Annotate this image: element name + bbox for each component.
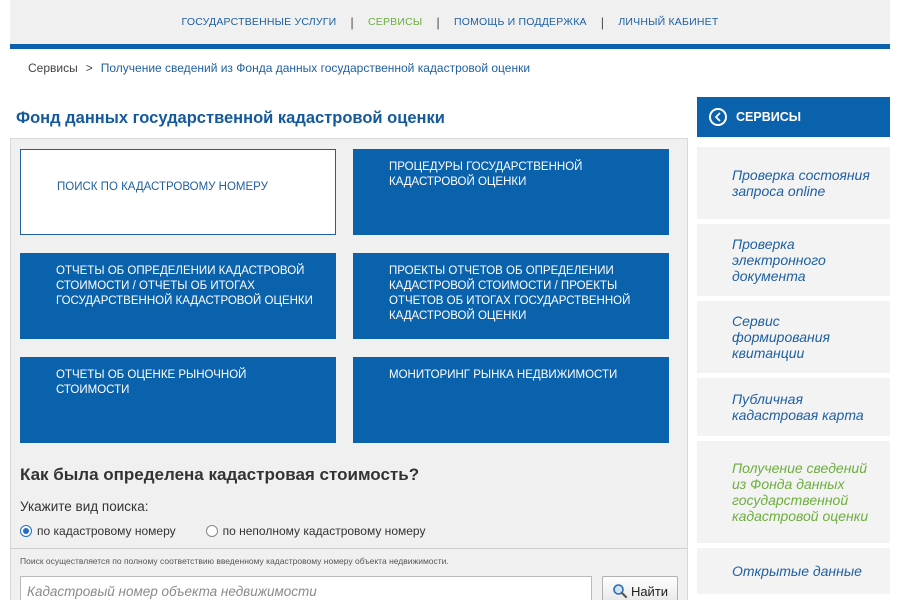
cadastral-number-input[interactable] — [20, 576, 592, 600]
search-button[interactable]: Найти — [602, 576, 678, 600]
radio-label: по кадастровому номеру — [37, 524, 176, 538]
breadcrumb-separator: > — [85, 61, 93, 75]
main-panel: ПОИСК ПО КАДАСТРОВОМУ НОМЕРУ ПРОЦЕДУРЫ Г… — [10, 138, 688, 600]
tile-valuation-procedures[interactable]: ПРОЦЕДУРЫ ГОСУДАРСТВЕННОЙ КАДАСТРОВОЙ ОЦ… — [353, 149, 669, 235]
tile-market-value-reports[interactable]: ОТЧЕТЫ ОБ ОЦЕНКЕ РЫНОЧНОЙ СТОИМОСТИ — [20, 357, 336, 443]
tile-cadastral-number-search[interactable]: ПОИСК ПО КАДАСТРОВОМУ НОМЕРУ — [20, 149, 336, 235]
search-type-radio-group: по кадастровому номеру по неполному када… — [20, 524, 425, 538]
tile-valuation-reports[interactable]: ОТЧЕТЫ ОБ ОПРЕДЕЛЕНИИ КАДАСТРОВОЙ СТОИМО… — [20, 253, 336, 339]
topnav-item-services[interactable]: СЕРВИСЫ — [354, 16, 436, 28]
topnav-item-account[interactable]: ЛИЧНЫЙ КАБИНЕТ — [604, 16, 732, 28]
top-navigation: ГОСУДАРСТВЕННЫЕ УСЛУГИ | СЕРВИСЫ | ПОМОЩ… — [10, 0, 890, 44]
sidebar-item-request-status[interactable]: Проверка состояния запроса online — [697, 147, 890, 219]
magnifier-icon — [612, 583, 628, 599]
radio-partial-cadastral-number[interactable]: по неполному кадастровому номеру — [205, 524, 426, 538]
topnav-item-help[interactable]: ПОМОЩЬ И ПОДДЕРЖКА — [440, 16, 601, 28]
topnav-item-gov-services[interactable]: ГОСУДАРСТВЕННЫЕ УСЛУГИ — [168, 16, 351, 28]
radio-full-cadastral-number[interactable]: по кадастровому номеру — [20, 524, 176, 538]
page-title: Фонд данных государственной кадастровой … — [16, 109, 445, 127]
sidebar-item-doc-verification[interactable]: Проверка электронного документа — [697, 224, 890, 296]
divider — [11, 548, 687, 549]
search-hint: Поиск осуществляется по полному соответс… — [20, 556, 449, 566]
breadcrumb: Сервисы > Получение сведений из Фонда да… — [28, 61, 530, 75]
tile-draft-reports[interactable]: ПРОЕКТЫ ОТЧЕТОВ ОБ ОПРЕДЕЛЕНИИ КАДАСТРОВ… — [353, 253, 669, 339]
topnav-accent-bar — [10, 44, 890, 49]
radio-label: по неполному кадастровому номеру — [222, 524, 426, 538]
sidebar-item-valuation-fund[interactable]: Получение сведений из Фонда данных госуд… — [697, 441, 890, 543]
tile-market-monitoring[interactable]: МОНИТОРИНГ РЫНКА НЕДВИЖИМОСТИ — [353, 357, 669, 443]
sidebar-item-open-data[interactable]: Открытые данные — [697, 548, 890, 594]
sidebar-header[interactable]: СЕРВИСЫ — [697, 97, 890, 137]
sidebar-header-label: СЕРВИСЫ — [736, 110, 801, 124]
radio-unchecked-icon[interactable] — [205, 525, 218, 537]
search-type-label: Укажите вид поиска: — [20, 499, 149, 514]
search-button-label: Найти — [630, 583, 669, 599]
sidebar-item-public-map[interactable]: Публичная кадастровая карта — [697, 378, 890, 436]
breadcrumb-current[interactable]: Получение сведений из Фонда данных госуд… — [101, 61, 530, 75]
chevron-left-circle-icon — [709, 108, 727, 126]
search-section-title: Как была определена кадастровая стоимост… — [20, 465, 420, 484]
breadcrumb-root[interactable]: Сервисы — [28, 61, 78, 75]
radio-checked-icon[interactable] — [20, 525, 32, 537]
sidebar-item-receipt-service[interactable]: Сервис формирования квитанции — [697, 301, 890, 373]
